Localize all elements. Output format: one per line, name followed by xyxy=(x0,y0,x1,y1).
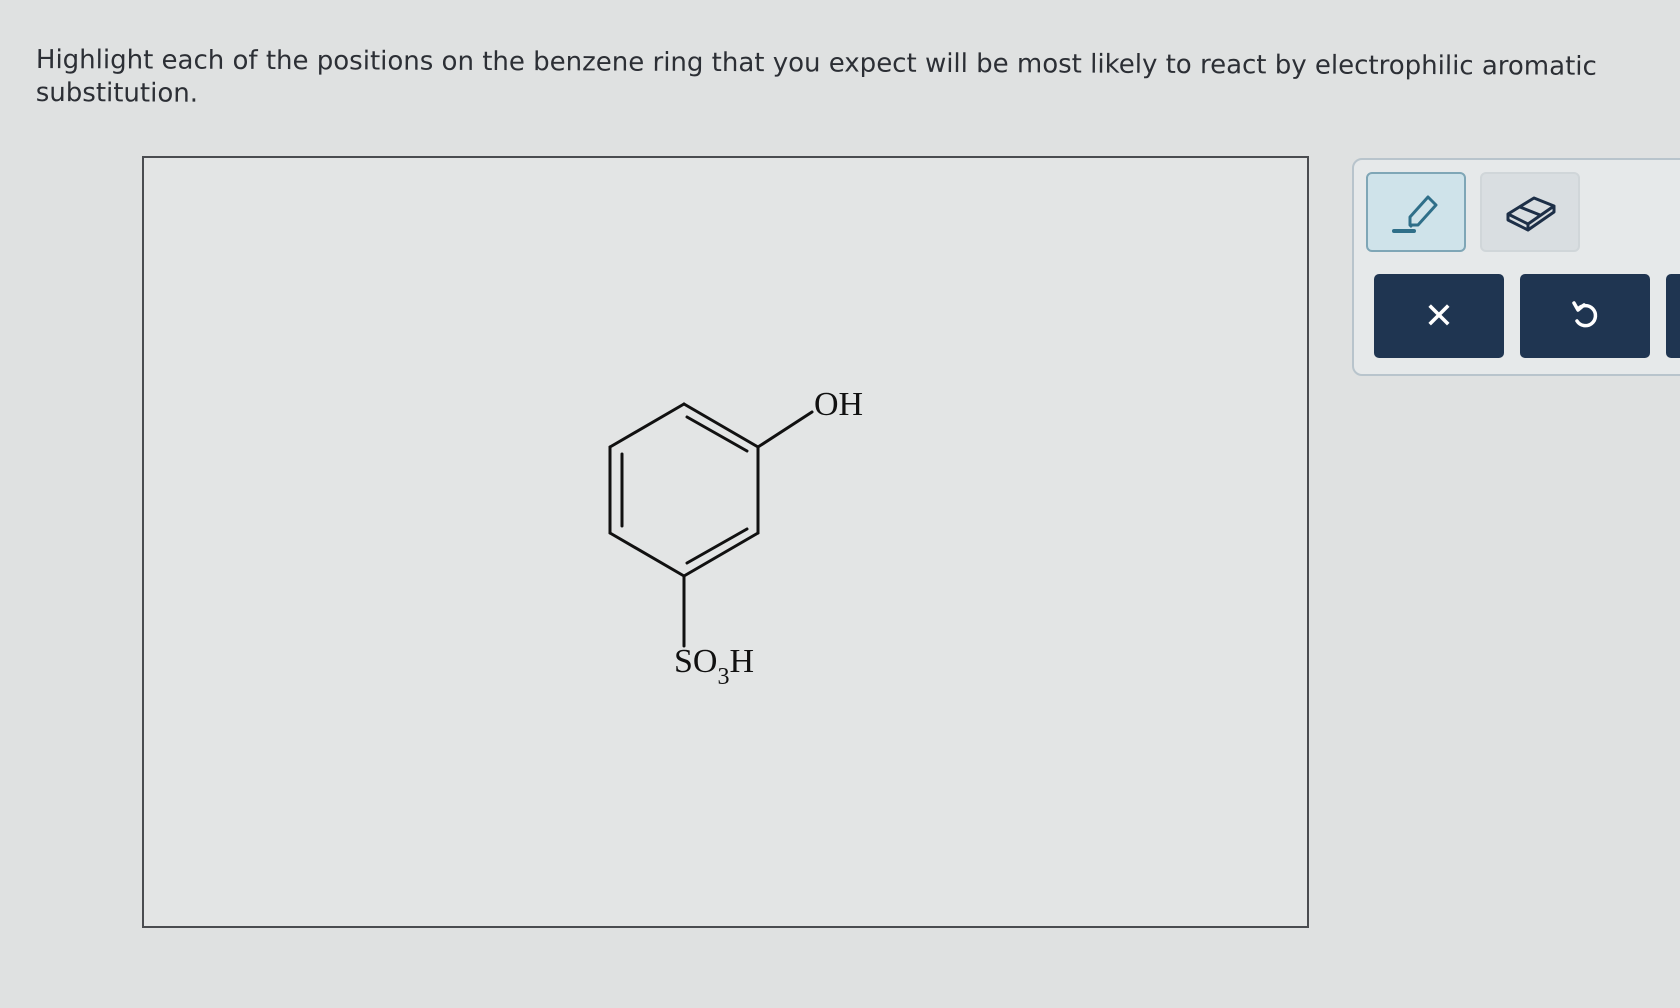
tool-panel: ✕ xyxy=(1352,158,1680,376)
oh-bond xyxy=(756,410,814,449)
ring-bond-bottom-right[interactable] xyxy=(682,531,760,578)
so3h-label: SO3H xyxy=(674,643,754,690)
so3h-label-end: H xyxy=(729,643,754,680)
clear-button[interactable]: ✕ xyxy=(1374,274,1504,358)
oh-label: OH xyxy=(814,386,863,423)
so3h-label-subscript: 3 xyxy=(717,664,729,690)
highlighter-icon xyxy=(1368,174,1464,250)
eraser-button[interactable] xyxy=(1480,172,1580,252)
eraser-icon xyxy=(1482,174,1578,250)
so3h-label-main: SO xyxy=(674,643,717,680)
undo-icon xyxy=(1572,301,1598,328)
close-icon: ✕ xyxy=(1423,295,1455,337)
ring-bond-top-left[interactable] xyxy=(608,402,686,449)
drawing-canvas[interactable]: OH SO3H xyxy=(142,156,1309,928)
highlighter-button[interactable] xyxy=(1366,172,1466,252)
benzene-molecule[interactable]: OH SO3H xyxy=(144,158,1307,926)
ring-bond-bottom-left[interactable] xyxy=(608,531,686,578)
undo-button[interactable] xyxy=(1520,274,1650,358)
question-text: Highlight each of the positions on the b… xyxy=(35,44,1597,109)
more-button[interactable] xyxy=(1666,274,1680,358)
ring-bond-top-right[interactable] xyxy=(682,402,760,449)
